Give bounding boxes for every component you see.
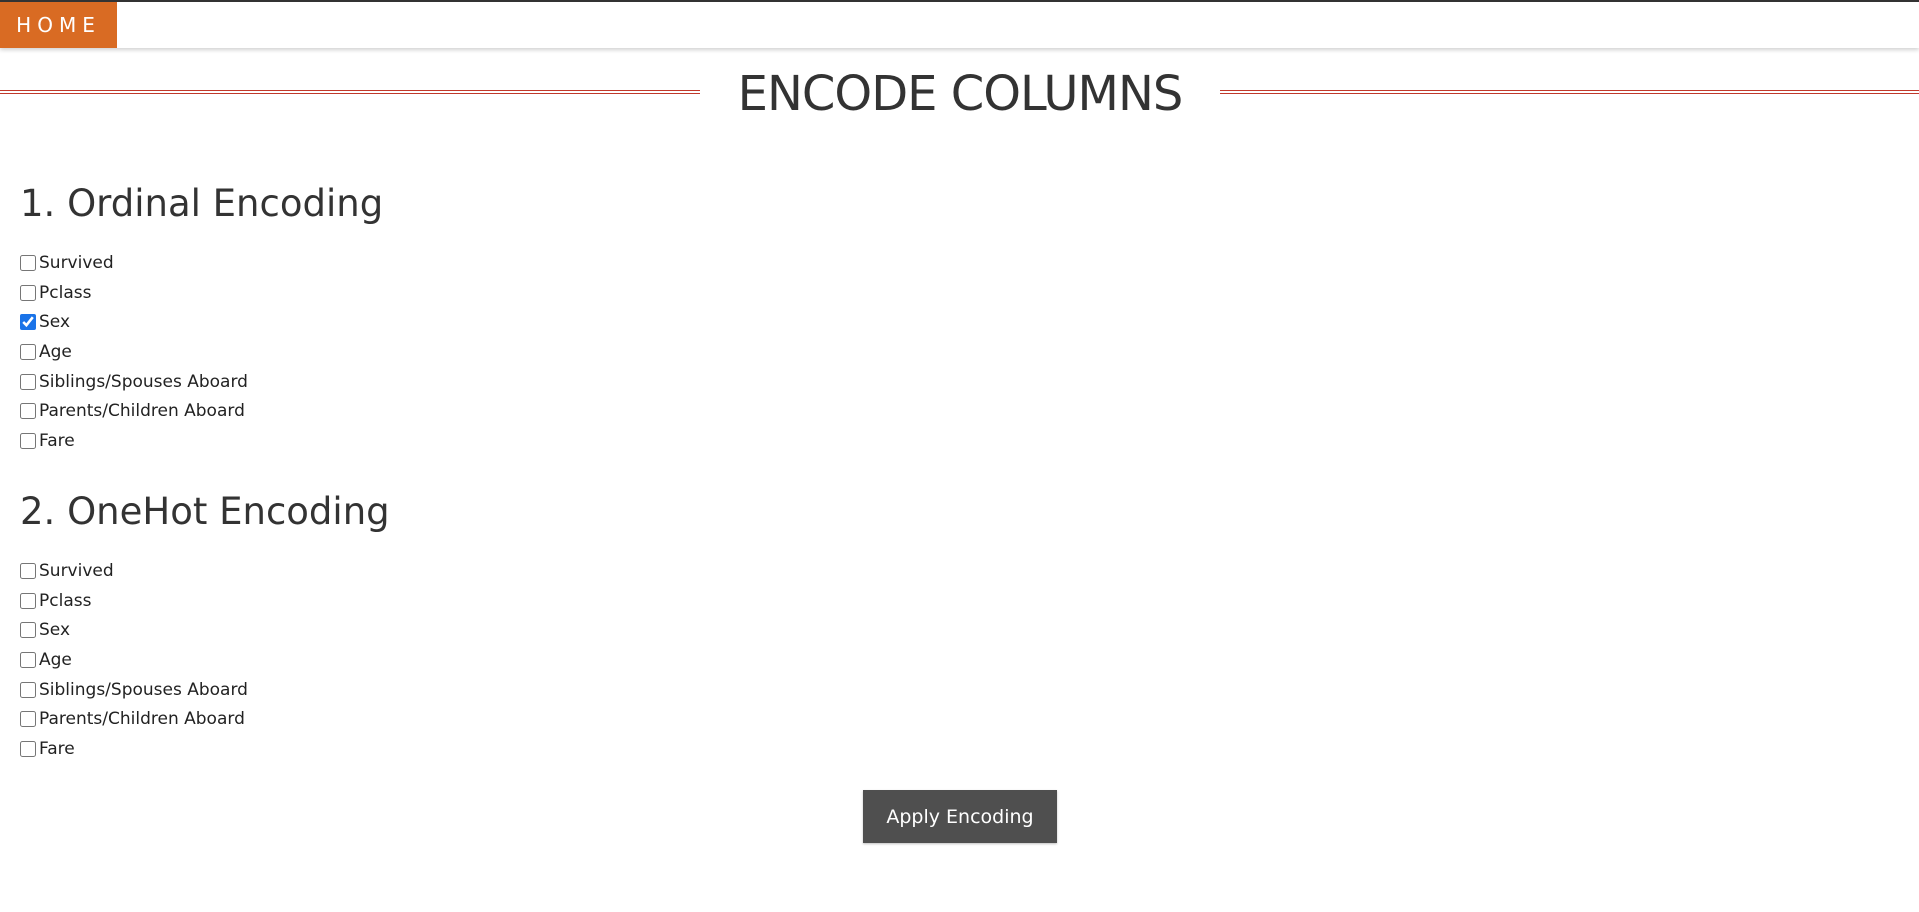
onehot-checkbox[interactable]: [20, 562, 36, 579]
onehot-checkbox[interactable]: [20, 622, 36, 639]
onehot-checkbox[interactable]: [20, 681, 36, 698]
ordinal-checkbox[interactable]: [20, 284, 36, 301]
onehot-column-list: Survived Pclass Sex Age Siblings/Spouses Abo…: [20, 556, 248, 764]
ordinal-checkbox[interactable]: [20, 432, 36, 449]
onehot-option-row: Sex: [20, 615, 248, 645]
page-title-banner: ENCODE COLUMNS: [0, 62, 1919, 126]
ordinal-option-row: Survived: [20, 248, 248, 278]
ordinal-option-row: Pclass: [20, 278, 248, 308]
ordinal-option-row: Fare: [20, 426, 248, 456]
ordinal-option-label[interactable]: Age: [39, 342, 72, 362]
onehot-option-row: Pclass: [20, 586, 248, 616]
ordinal-checkbox[interactable]: [20, 343, 36, 360]
ordinal-checkbox[interactable]: [20, 403, 36, 420]
ordinal-option-row: Siblings/Spouses Aboard: [20, 367, 248, 397]
onehot-option-label[interactable]: Fare: [39, 739, 75, 759]
apply-encoding-button[interactable]: Apply Encoding: [863, 790, 1057, 843]
onehot-option-row: Age: [20, 645, 248, 675]
onehot-option-label[interactable]: Siblings/Spouses Aboard: [39, 680, 248, 700]
page-title: ENCODE COLUMNS: [737, 66, 1184, 122]
onehot-encoding-heading: 2. OneHot Encoding: [20, 490, 390, 533]
onehot-option-label[interactable]: Parents/Children Aboard: [39, 709, 245, 729]
ordinal-checkbox[interactable]: [20, 373, 36, 390]
onehot-option-label[interactable]: Pclass: [39, 591, 91, 611]
home-button[interactable]: HOME: [0, 2, 117, 48]
ordinal-option-label[interactable]: Siblings/Spouses Aboard: [39, 372, 248, 392]
onehot-checkbox[interactable]: [20, 651, 36, 668]
onehot-option-label[interactable]: Sex: [39, 620, 70, 640]
onehot-checkbox[interactable]: [20, 711, 36, 728]
ordinal-option-label[interactable]: Survived: [39, 253, 114, 273]
onehot-option-row: Siblings/Spouses Aboard: [20, 675, 248, 705]
ordinal-option-label[interactable]: Sex: [39, 312, 70, 332]
ordinal-checkbox[interactable]: [20, 314, 36, 331]
top-navbar: HOME: [0, 0, 1919, 48]
ordinal-column-list: Survived Pclass Sex Age Siblings/Spouses Abo…: [20, 248, 248, 456]
ordinal-option-label[interactable]: Pclass: [39, 283, 91, 303]
onehot-option-row: Parents/Children Aboard: [20, 704, 248, 734]
onehot-option-label[interactable]: Survived: [39, 561, 114, 581]
ordinal-encoding-heading: 1. Ordinal Encoding: [20, 182, 384, 225]
title-rule-right: [1220, 90, 1919, 94]
ordinal-option-label[interactable]: Fare: [39, 431, 75, 451]
title-rule-left: [0, 90, 700, 94]
ordinal-option-row: Age: [20, 337, 248, 367]
onehot-checkbox[interactable]: [20, 592, 36, 609]
onehot-option-row: Fare: [20, 734, 248, 764]
onehot-option-row: Survived: [20, 556, 248, 586]
onehot-option-label[interactable]: Age: [39, 650, 72, 670]
ordinal-option-row: Parents/Children Aboard: [20, 396, 248, 426]
ordinal-option-label[interactable]: Parents/Children Aboard: [39, 401, 245, 421]
onehot-checkbox[interactable]: [20, 740, 36, 757]
ordinal-checkbox[interactable]: [20, 254, 36, 271]
ordinal-option-row: Sex: [20, 307, 248, 337]
